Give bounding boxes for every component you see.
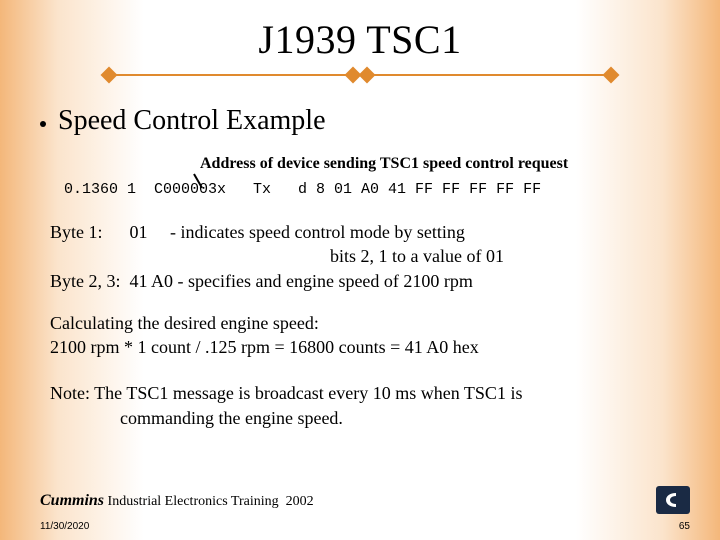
callout-row: Address of device sending TSC1 speed con… [200, 155, 680, 173]
cummins-logo-icon [656, 486, 690, 514]
calc-line2: 2100 rpm * 1 count / .125 rpm = 16800 co… [50, 335, 680, 359]
byte1-line1: Byte 1: 01 - indicates speed control mod… [50, 220, 680, 244]
note-line1: Note: The TSC1 message is broadcast ever… [50, 381, 680, 405]
bullet-icon [40, 121, 46, 127]
title-rule [40, 69, 680, 81]
slide-title: J1939 TSC1 [258, 16, 461, 63]
page-number: 65 [679, 521, 690, 532]
callout-text: Address of device sending TSC1 speed con… [200, 155, 568, 172]
byte23-line: Byte 2, 3: 41 A0 - specifies and engine … [50, 269, 680, 293]
byte1-line2: bits 2, 1 to a value of 01 [50, 244, 680, 268]
byte-explanation: Byte 1: 01 - indicates speed control mod… [50, 220, 680, 293]
footer-date: 11/30/2020 [40, 521, 89, 532]
footer-rest: Industrial Electronics Training 2002 [104, 494, 314, 509]
diamond-icon [359, 67, 376, 84]
note-line2: commanding the engine speed. [50, 406, 680, 430]
note: Note: The TSC1 message is broadcast ever… [50, 381, 680, 430]
rule-line [374, 74, 604, 76]
subtitle-row: Speed Control Example [40, 105, 680, 137]
diamond-icon [101, 67, 118, 84]
calc-line1: Calculating the desired engine speed: [50, 311, 680, 335]
can-trace-line: 0.1360 1 C000003x Tx d 8 01 A0 41 FF FF … [64, 181, 680, 198]
title-wrap: J1939 TSC1 [40, 16, 680, 63]
rule-line [116, 74, 346, 76]
calculation: Calculating the desired engine speed: 21… [50, 311, 680, 360]
footer-brand: Cummins [40, 492, 104, 509]
diamond-icon [603, 67, 620, 84]
slide: J1939 TSC1 Speed Control Example Address… [0, 0, 720, 540]
slide-subtitle: Speed Control Example [58, 105, 326, 137]
footer: Cummins Industrial Electronics Training … [40, 492, 314, 510]
